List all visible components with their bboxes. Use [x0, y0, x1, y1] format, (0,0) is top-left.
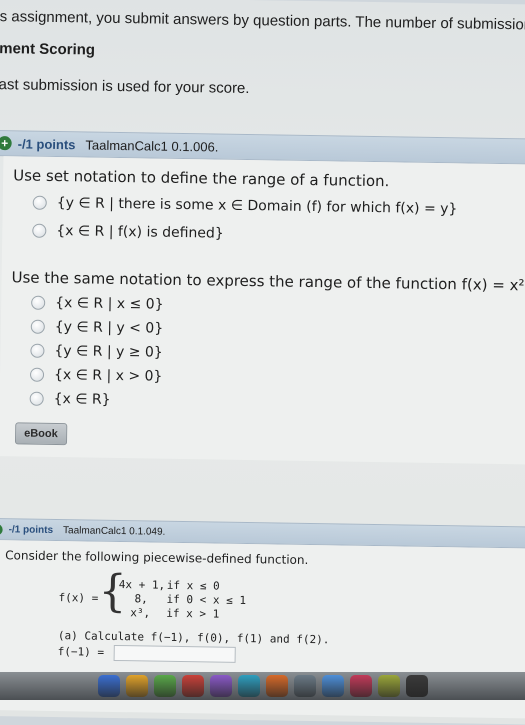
- radio-button[interactable]: [30, 319, 45, 334]
- radio-button[interactable]: [30, 343, 45, 358]
- question-2-prompt: Consider the following piecewise-defined…: [5, 548, 309, 568]
- dock-app-icon[interactable]: [97, 675, 120, 697]
- dock-app-icon[interactable]: [377, 675, 400, 697]
- question-1-prompt-2: Use the same notation to express the ran…: [11, 268, 525, 295]
- dock-app-icon[interactable]: [181, 675, 204, 697]
- q1b-option-1-label: {x ∈ R | x ≤ 0}: [55, 294, 164, 313]
- dock-app-icon[interactable]: [153, 675, 176, 697]
- dock-app-icon[interactable]: [125, 675, 148, 697]
- piece-2-expr: 8,: [134, 592, 148, 606]
- q1b-option-2-label: {y ∈ R | y < 0}: [54, 318, 164, 337]
- q1a-option-1[interactable]: {y ∈ R | there is some x ∈ Domain (f) fo…: [32, 195, 458, 218]
- question-1-points: -/1 points: [17, 135, 76, 152]
- piecewise-fx-label: f(x) =: [58, 591, 99, 605]
- dock-app-icon[interactable]: [349, 675, 372, 697]
- dock-app-icon[interactable]: [265, 675, 288, 697]
- q1b-option-3[interactable]: {y ∈ R | y ≥ 0}: [30, 343, 163, 361]
- q1b-option-5[interactable]: {x ∈ R}: [29, 390, 111, 408]
- dock-app-icon[interactable]: [321, 675, 344, 697]
- piecewise-brace: {: [98, 565, 128, 618]
- piece-2-cond: if 0 < x ≤ 1: [166, 592, 247, 608]
- dock-app-icon[interactable]: [405, 675, 428, 697]
- question-1-prompt-1: Use set notation to define the range of …: [13, 166, 390, 191]
- q1b-option-2[interactable]: {y ∈ R | y < 0}: [30, 318, 164, 337]
- q1a-option-1-label: {y ∈ R | there is some x ∈ Domain (f) fo…: [56, 195, 458, 218]
- radio-button[interactable]: [32, 195, 47, 210]
- expand-plus-icon[interactable]: +: [0, 523, 3, 535]
- os-dock: [0, 672, 525, 700]
- piece-1-expr: 4x + 1,: [118, 578, 166, 592]
- question-1-source: TaalmanCalc1 0.1.006.: [85, 136, 219, 155]
- dock-app-icon[interactable]: [293, 675, 316, 697]
- q1b-option-1[interactable]: {x ∈ R | x ≤ 0}: [31, 295, 164, 313]
- q1a-option-2-label: {x ∈ R | f(x) is defined}: [56, 223, 224, 242]
- q1a-option-2[interactable]: {x ∈ R | f(x) is defined}: [32, 223, 224, 242]
- expand-plus-icon[interactable]: +: [0, 136, 12, 151]
- question-2-source: TaalmanCalc1 0.1.049.: [62, 524, 166, 538]
- dock-app-icon[interactable]: [237, 675, 260, 697]
- part-a-prompt: (a) Calculate f(−1), f(0), f(1) and f(2)…: [57, 629, 330, 647]
- ebook-button[interactable]: eBook: [14, 422, 67, 446]
- q1b-option-4[interactable]: {x ∈ R | x > 0}: [29, 366, 163, 385]
- answer-f-neg1-input[interactable]: [113, 644, 236, 663]
- piece-3-expr: x³,: [130, 606, 151, 620]
- scoring-heading: ment Scoring: [0, 40, 96, 59]
- radio-button[interactable]: [31, 295, 46, 310]
- question-1-body: Use set notation to define the range of …: [0, 156, 525, 465]
- q1b-option-4-label: {x ∈ R | x > 0}: [53, 366, 163, 385]
- submission-info-text: s assignment, you submit answers by ques…: [0, 8, 525, 34]
- dock-app-icon[interactable]: [209, 675, 232, 697]
- radio-button[interactable]: [32, 223, 47, 238]
- radio-button[interactable]: [29, 367, 45, 382]
- q1b-option-5-label: {x ∈ R}: [53, 390, 111, 408]
- piece-1-cond: if x ≤ 0: [166, 578, 220, 593]
- assignment-page: s assignment, you submit answers by ques…: [0, 0, 525, 725]
- radio-button[interactable]: [29, 391, 44, 406]
- piece-3-cond: if x > 1: [166, 606, 220, 621]
- scoring-info-text: ast submission is used for your score.: [0, 76, 250, 98]
- answer-f-neg1-label: f(−1) =: [57, 645, 105, 659]
- q1b-option-3-label: {y ∈ R | y ≥ 0}: [54, 342, 163, 361]
- question-2-points: -/1 points: [8, 523, 54, 536]
